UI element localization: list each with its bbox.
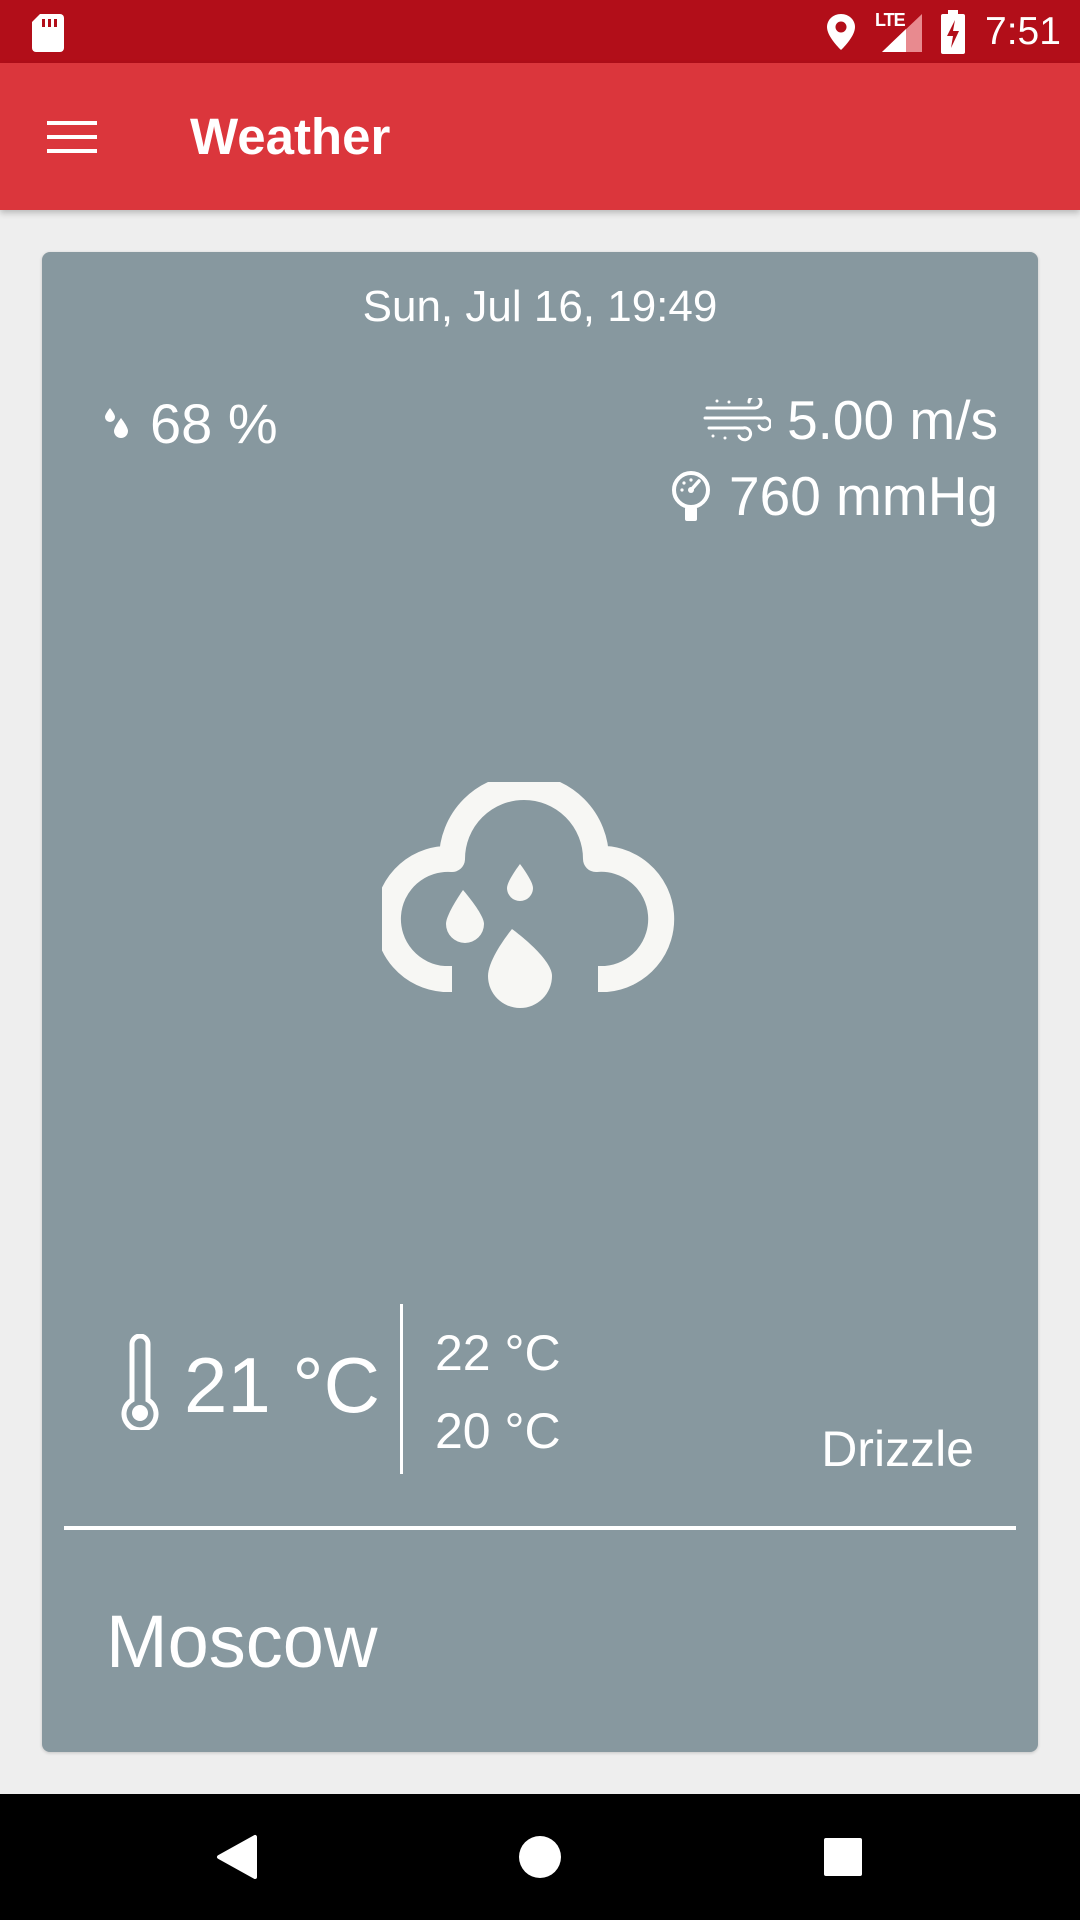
wind-info: 5.00 m/s	[703, 388, 998, 452]
thermometer-icon	[121, 1334, 159, 1430]
weather-card[interactable]: Sun, Jul 16, 19:49 68 % 5.00 m/s 760 mmH…	[42, 252, 1038, 1752]
weather-date: Sun, Jul 16, 19:49	[362, 282, 718, 331]
city-name: Moscow	[106, 1600, 378, 1683]
app-bar: Weather	[0, 63, 1080, 210]
drizzle-icon	[382, 782, 675, 1008]
recents-icon	[824, 1838, 862, 1876]
battery-charging-icon	[941, 10, 965, 54]
card-divider	[64, 1526, 1016, 1530]
weather-condition: Drizzle	[821, 1421, 974, 1477]
sd-card-icon	[32, 14, 64, 52]
app-title: Weather	[190, 108, 391, 165]
current-temperature: 21 °C	[184, 1341, 380, 1429]
pressure-info: 760 mmHg	[669, 464, 998, 528]
wind-icon	[703, 398, 772, 442]
humidity-icon	[105, 408, 128, 438]
humidity-value: 68 %	[150, 392, 278, 455]
recents-button[interactable]	[803, 1817, 883, 1897]
menu-button[interactable]	[36, 101, 108, 173]
temperature-divider	[400, 1304, 403, 1474]
location-icon	[827, 14, 855, 50]
wind-value: 5.00 m/s	[787, 389, 998, 451]
home-icon	[519, 1836, 561, 1878]
max-temperature: 22 °C	[435, 1325, 561, 1381]
menu-icon	[47, 121, 97, 153]
back-button[interactable]	[197, 1817, 277, 1897]
pressure-value: 760 mmHg	[729, 465, 998, 527]
status-bar: LTE 7:51	[0, 0, 1080, 63]
pressure-gauge-icon	[672, 471, 711, 521]
humidity-info: 68 %	[102, 392, 278, 456]
status-clock: 7:51	[985, 10, 1061, 53]
signal-icon	[882, 14, 922, 52]
home-button[interactable]	[500, 1817, 580, 1897]
back-icon	[217, 1835, 257, 1879]
min-temperature: 20 °C	[435, 1403, 561, 1459]
navigation-bar	[0, 1794, 1080, 1920]
